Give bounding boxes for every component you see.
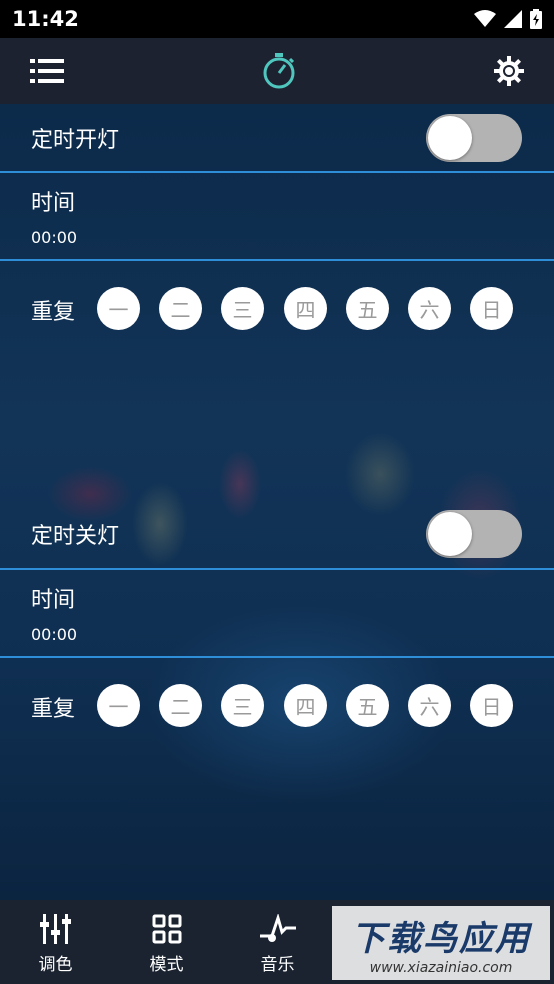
day-fri-button[interactable]: 五 xyxy=(346,684,389,727)
day-mon-button[interactable]: 一 xyxy=(97,684,140,727)
nav-label: 音乐 xyxy=(260,955,295,975)
time-value: 00:00 xyxy=(31,228,78,247)
time-label: 时间 xyxy=(31,191,76,216)
watermark-url-text: www.xiazainiao.com xyxy=(369,959,513,976)
battery-icon xyxy=(530,9,542,29)
timer-on-time-row[interactable]: 时间 00:00 xyxy=(0,173,554,259)
day-sat-button[interactable]: 六 xyxy=(408,287,451,330)
day-wed-button[interactable]: 三 xyxy=(221,287,264,330)
day-thu-button[interactable]: 四 xyxy=(284,287,327,330)
watermark-main-text: 下载鸟应用 xyxy=(351,918,531,959)
day-mon-button[interactable]: 一 xyxy=(97,287,140,330)
timer-off-toggle[interactable] xyxy=(426,510,522,558)
nav-item-mode[interactable]: 模式 xyxy=(111,900,222,984)
day-fri-button[interactable]: 五 xyxy=(346,287,389,330)
day-wed-button[interactable]: 三 xyxy=(221,684,264,727)
nav-item-color[interactable]: 调色 xyxy=(0,900,111,984)
divider xyxy=(0,259,554,261)
sliders-icon xyxy=(39,914,71,944)
status-bar: 11:42 xyxy=(0,0,554,38)
time-label: 时间 xyxy=(31,588,76,613)
timer-off-title: 定时关灯 xyxy=(31,524,120,549)
watermark-logo: 下载鸟应用 www.xiazainiao.com xyxy=(332,906,550,980)
divider xyxy=(0,656,554,658)
time-value: 00:00 xyxy=(31,625,78,644)
timer-on-repeat-row: 重复 一 二 三 四 五 六 日 xyxy=(0,278,554,338)
timer-on-toggle[interactable] xyxy=(426,114,522,162)
day-tue-button[interactable]: 二 xyxy=(159,287,202,330)
day-sat-button[interactable]: 六 xyxy=(408,684,451,727)
settings-gear-icon[interactable] xyxy=(494,56,524,86)
status-time: 11:42 xyxy=(12,7,79,31)
wifi-icon xyxy=(474,10,496,27)
timer-on-title: 定时开灯 xyxy=(31,128,120,153)
day-sun-button[interactable]: 日 xyxy=(470,287,513,330)
nav-label: 模式 xyxy=(149,955,184,975)
music-note-icon xyxy=(259,914,296,942)
status-icons xyxy=(474,9,542,29)
toggle-knob xyxy=(428,512,472,556)
nav-label: 调色 xyxy=(38,955,73,975)
signal-icon xyxy=(504,10,522,28)
repeat-label: 重复 xyxy=(31,697,76,722)
day-sun-button[interactable]: 日 xyxy=(470,684,513,727)
timer-off-time-row[interactable]: 时间 00:00 xyxy=(0,570,554,656)
timer-off-repeat-row: 重复 一 二 三 四 五 六 日 xyxy=(0,675,554,735)
grid-icon xyxy=(152,914,181,944)
day-thu-button[interactable]: 四 xyxy=(284,684,327,727)
repeat-label: 重复 xyxy=(31,300,76,325)
list-menu-icon[interactable] xyxy=(30,58,64,84)
top-toolbar xyxy=(0,38,554,104)
toggle-knob xyxy=(428,116,472,160)
nav-item-music[interactable]: 音乐 xyxy=(222,900,333,984)
day-tue-button[interactable]: 二 xyxy=(159,684,202,727)
timer-icon[interactable] xyxy=(261,52,297,90)
